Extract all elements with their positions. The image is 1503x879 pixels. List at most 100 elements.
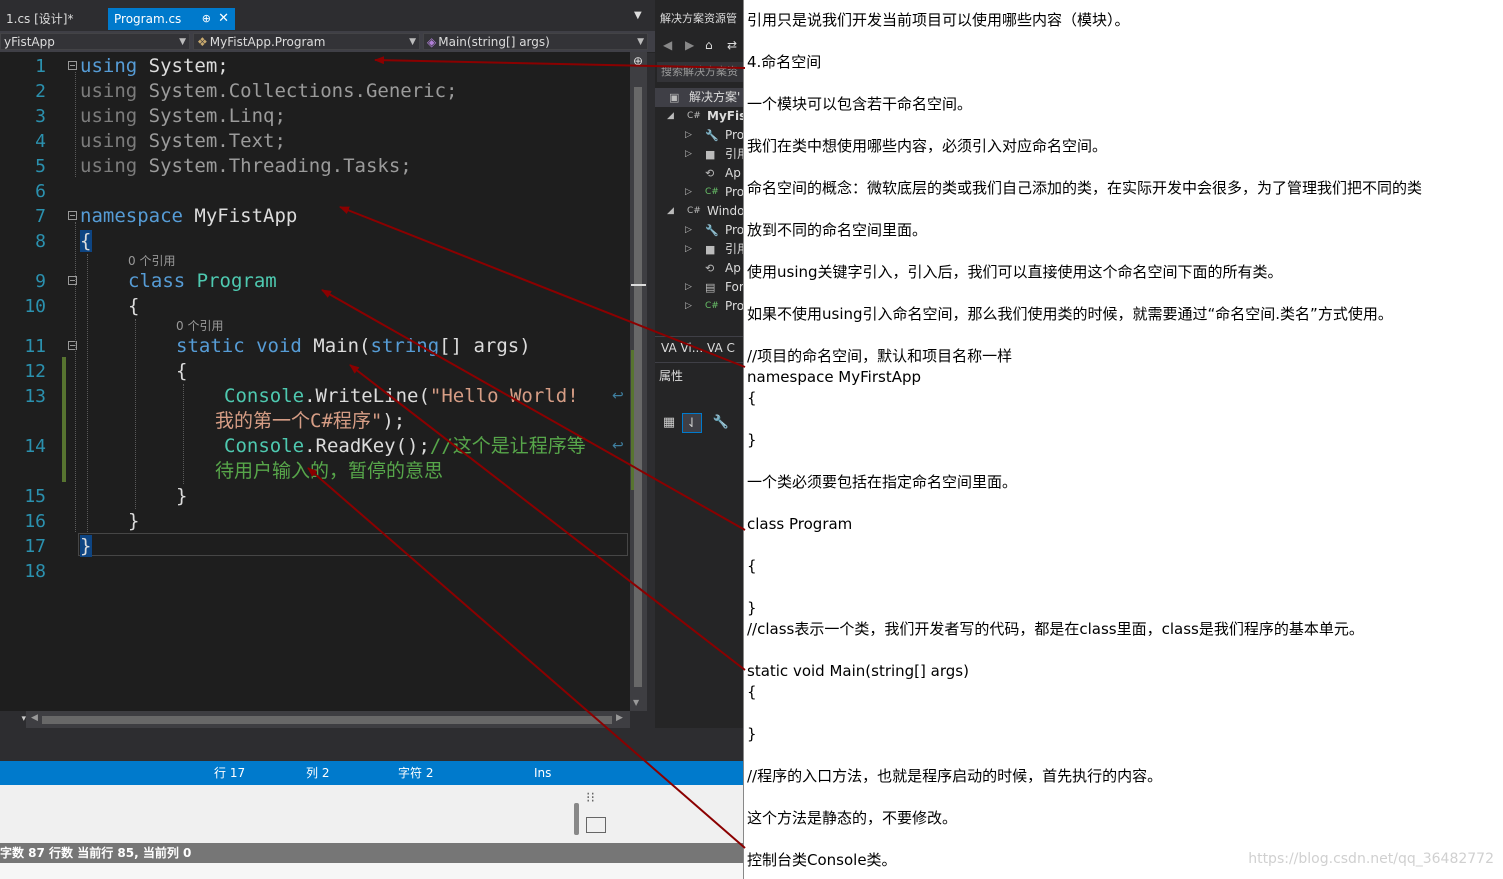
article-line: 一个类必须要包括在指定命名空间里面。 <box>747 473 1018 491</box>
code-line-16: } <box>128 510 140 532</box>
code-line-10: { <box>128 295 140 317</box>
tab-form-designer[interactable]: 1.cs [设计]* <box>0 8 110 30</box>
watermark: https://blog.csdn.net/qq_36482772 <box>1248 851 1494 867</box>
expand-icon: ▷ <box>685 130 692 140</box>
article-line: //项目的命名空间，默认和项目名称一样 <box>747 347 1013 365</box>
current-line-highlight <box>78 533 628 556</box>
class-dropdown[interactable]: ❖ MyFistApp.Program ▼ <box>193 33 420 50</box>
tree-item-solution[interactable]: ▣ 解决方案' <box>655 88 743 107</box>
scroll-down-icon[interactable]: ▼ <box>633 698 639 707</box>
forward-icon[interactable]: ▶ <box>685 38 694 52</box>
codelens-references[interactable]: 0 个引用 <box>128 252 175 269</box>
scrollbar-thumb[interactable] <box>42 716 612 724</box>
csharp-file-icon: C# <box>705 301 719 311</box>
code-line-14: Console.ReadKey();//这个是让程序等 <box>224 435 586 457</box>
article-line: 一个模块可以包含若干命名空间。 <box>747 95 973 113</box>
csharp-file-icon: C# <box>705 187 719 197</box>
scroll-right-icon[interactable]: ▶ <box>616 713 623 723</box>
collapse-icon[interactable] <box>68 211 77 220</box>
line-number: 6 <box>35 181 46 202</box>
line-number: 13 <box>24 386 46 407</box>
method-dropdown[interactable]: ◈ Main(string[] args) ▼ <box>423 33 648 50</box>
code-line-2: using System.Collections.Generic; <box>80 80 458 102</box>
wrench-icon[interactable]: 🔧 <box>711 413 731 433</box>
line-number: 18 <box>24 561 46 582</box>
project-dropdown[interactable]: yFistApp ▼ <box>0 33 190 50</box>
project-label: yFistApp <box>4 35 55 49</box>
line-number: 9 <box>35 271 46 292</box>
scroll-left-icon[interactable]: ◀ <box>31 713 38 723</box>
chevron-down-icon: ▼ <box>179 37 186 47</box>
class-label: MyFistApp.Program <box>209 35 326 49</box>
references-icon: ■ <box>705 148 716 161</box>
change-marker <box>631 350 634 490</box>
document-tab-bar: 1.cs [设计]* Program.cs ⊕ ✕ ▼ <box>0 0 655 31</box>
chevron-down-icon[interactable]: ▼ <box>634 10 642 21</box>
line-number: 11 <box>24 336 46 357</box>
expand-icon: ▷ <box>685 282 692 292</box>
categorized-icon[interactable]: ▦ <box>659 413 679 433</box>
code-editor[interactable]: 1 2 3 4 5 6 7 8 9 10 11 12 13 14 15 16 1… <box>0 52 630 711</box>
project-icon: C# <box>687 206 701 216</box>
article-line: { <box>747 683 757 701</box>
article-line: 引用只是说我们开发当前项目可以使用哪些内容（模块）。 <box>747 11 1130 29</box>
word-count-bar: 字数 87 行数 当前行 85, 当前列 0 <box>0 843 743 863</box>
vertical-scrollbar[interactable]: ⊕ ▼ <box>630 52 647 711</box>
code-line-4: using System.Text; <box>80 130 286 152</box>
line-number: 1 <box>35 56 46 77</box>
config-icon: ⟲ <box>705 167 715 180</box>
navigation-bar: yFistApp ▼ ❖ MyFistApp.Program ▼ ◈ Main(stri… <box>0 31 655 53</box>
code-line-8: { <box>80 230 92 252</box>
alphabetical-icon[interactable]: ⇃ <box>682 413 702 433</box>
resize-grip[interactable] <box>574 803 579 835</box>
article-line: 我们在类中想使用哪些内容，必须引入对应命名空间。 <box>747 137 1108 155</box>
chevron-down-icon: ▼ <box>637 37 644 47</box>
solution-icon: ▣ <box>669 91 680 104</box>
expand-icon: ◢ <box>667 206 674 216</box>
line-number: 15 <box>24 486 46 507</box>
expand-icon: ▷ <box>685 149 692 159</box>
line-number: 16 <box>24 511 46 532</box>
article-line: 放到不同的命名空间里面。 <box>747 221 928 239</box>
zoom-dropdown[interactable]: ▾ <box>0 711 26 728</box>
project-icon: C# <box>687 111 701 121</box>
status-mode: Ins <box>534 766 552 780</box>
code-line-9: class Program <box>128 270 277 292</box>
article-line: 这个方法是静态的，不要修改。 <box>747 809 958 827</box>
code-line-17: } <box>80 535 92 557</box>
expand-icon: ▷ <box>685 301 692 311</box>
home-icon[interactable]: ⌂ <box>705 38 713 52</box>
code-line-12: { <box>176 360 188 382</box>
article-line: 4.命名空间 <box>747 53 822 71</box>
move-icon[interactable]: ⁝⁝ <box>586 790 595 806</box>
va-tabs[interactable]: VA Vi... VA C <box>655 336 743 359</box>
pin-icon[interactable]: ⊕ <box>202 8 211 30</box>
article-line: namespace MyFirstApp <box>747 368 922 386</box>
code-line-11: static void Main(string[] args) <box>176 335 531 357</box>
scrollbar-thumb[interactable] <box>634 87 642 687</box>
method-label: Main(string[] args) <box>438 35 550 49</box>
sync-icon[interactable]: ⇄ <box>727 38 737 52</box>
indent-guide <box>183 384 184 484</box>
article-line: 控制台类Console类。 <box>747 851 897 869</box>
tab-program-cs[interactable]: Program.cs ⊕ ✕ <box>108 8 235 30</box>
expand-icon: ▷ <box>685 244 692 254</box>
panel-gap <box>0 728 655 761</box>
code-line-13-wrap: 我的第一个C#程序"); <box>215 410 406 432</box>
status-char: 字符 2 <box>398 766 434 780</box>
collapse-icon[interactable] <box>68 61 77 70</box>
article-line: //class表示一个类，我们开发者写的代码，都是在class里面，class是… <box>747 620 1364 638</box>
solution-toolbar: ◀ ▶ ⌂ ⇄ <box>655 34 743 58</box>
codelens-references[interactable]: 0 个引用 <box>176 317 223 334</box>
solution-search-input[interactable]: 搜索解决方案资 <box>657 62 743 82</box>
word-wrap-icon: ↩ <box>612 438 624 454</box>
expand-icon: ▷ <box>685 225 692 235</box>
line-number: 8 <box>35 231 46 252</box>
back-icon[interactable]: ◀ <box>663 38 672 52</box>
visual-studio-window: 1.cs [设计]* Program.cs ⊕ ✕ ▼ yFistApp ▼ ❖ M… <box>0 0 743 879</box>
article-line: static void Main(string[] args) <box>747 662 969 680</box>
window-icon[interactable] <box>586 817 606 833</box>
close-icon[interactable]: ✕ <box>218 8 229 30</box>
horizontal-scrollbar[interactable]: ▾ ◀ ▶ <box>0 711 630 728</box>
split-icon[interactable]: ⊕ <box>633 54 643 68</box>
